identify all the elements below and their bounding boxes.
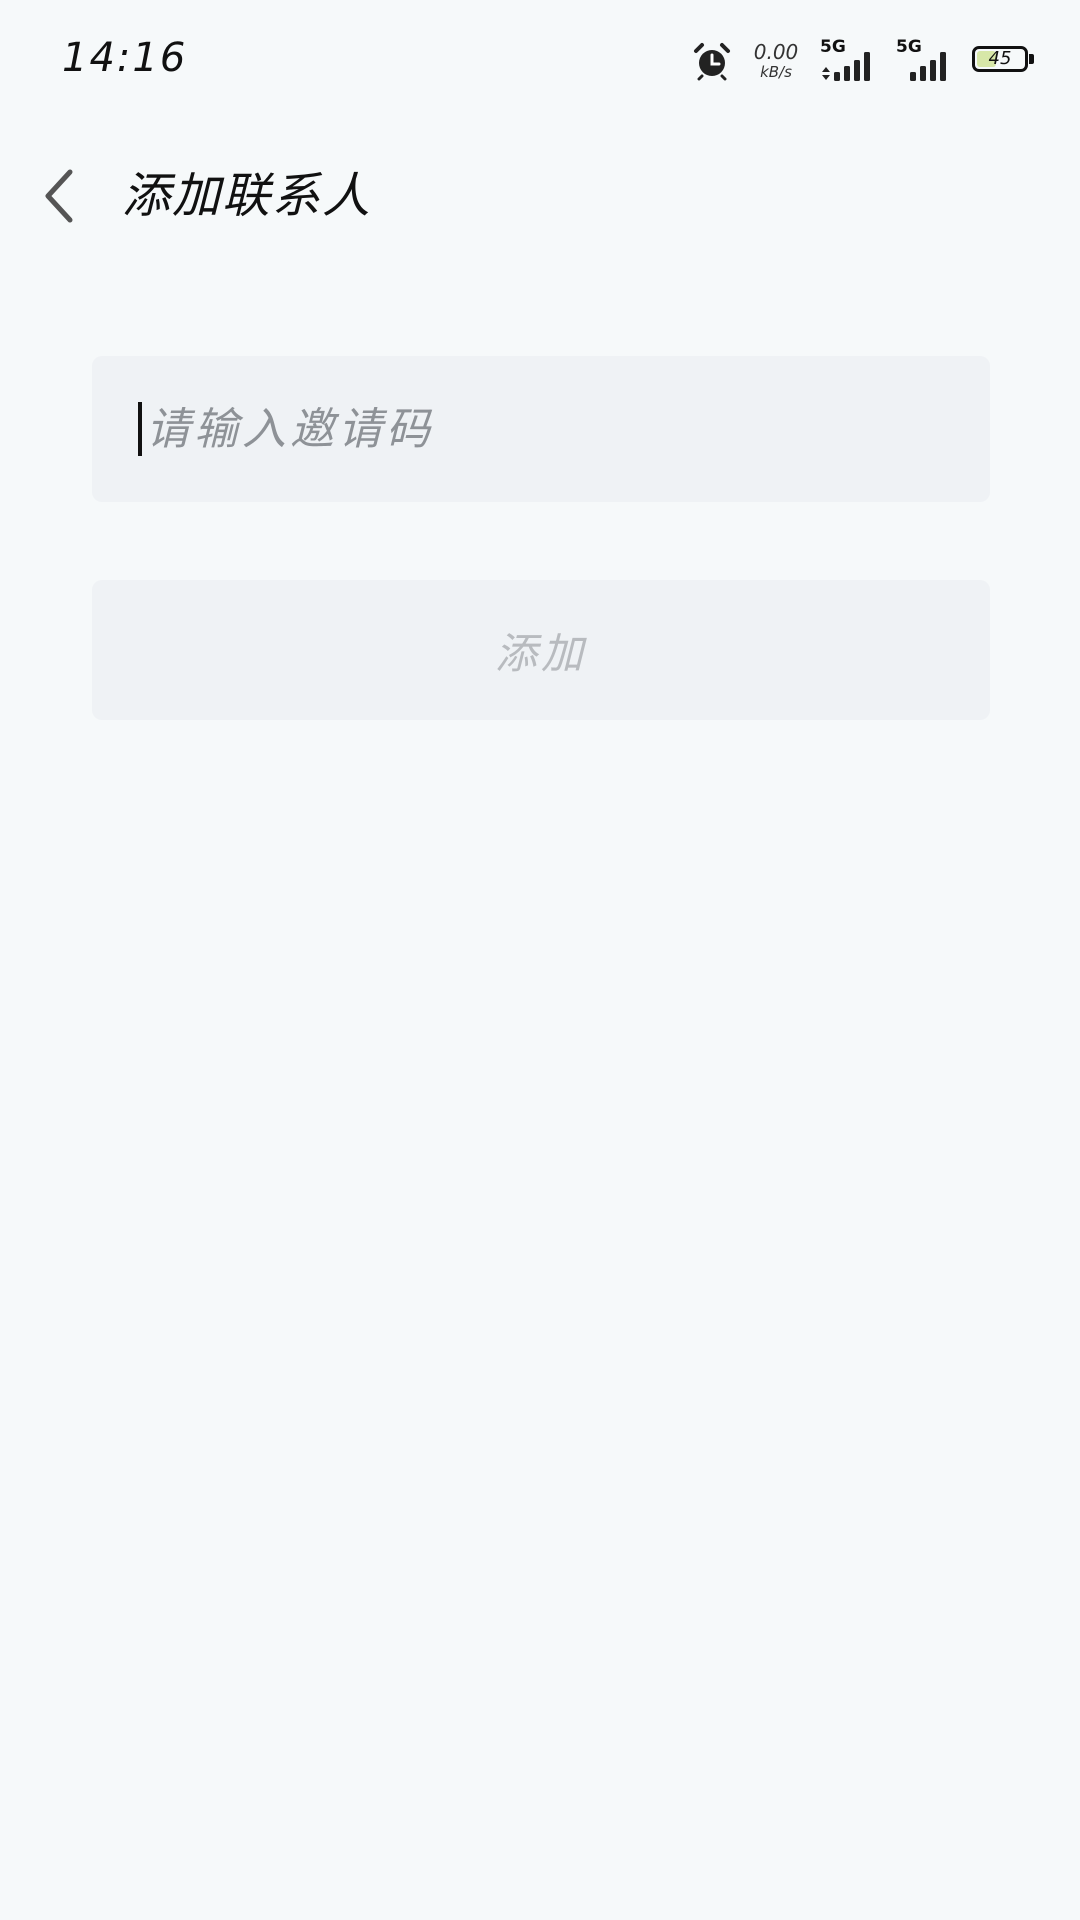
signal-icon — [910, 52, 946, 81]
signal-icon — [822, 52, 870, 81]
status-time: 14:16 — [62, 35, 188, 81]
invite-code-input[interactable] — [146, 394, 926, 464]
network-speed-value: 0.00 — [753, 40, 799, 64]
status-indicators: 0.00 kB/s 5G 5G 45 — [692, 38, 1036, 84]
add-contact-screen: 14:16 0.00 kB/s 5G 5G 45 添加联系人 请输入邀请码 添加 — [0, 0, 1080, 1920]
page-title: 添加联系人 — [122, 168, 373, 224]
sim1-signal: 5G — [820, 38, 880, 84]
network-speed: 0.00 kB/s — [748, 42, 804, 80]
back-button[interactable] — [24, 162, 96, 234]
battery-icon: 45 — [972, 46, 1036, 76]
battery-level: 45 — [988, 48, 1012, 69]
chevron-left-icon — [42, 168, 78, 228]
invite-code-field[interactable] — [92, 356, 990, 502]
text-cursor — [138, 402, 142, 456]
page-header: 添加联系人 — [0, 140, 1080, 250]
add-button[interactable]: 添加 — [92, 580, 990, 720]
alarm-icon — [692, 41, 732, 81]
status-bar: 14:16 0.00 kB/s 5G 5G 45 — [0, 0, 1080, 120]
battery-terminal — [1029, 54, 1034, 64]
network-speed-unit: kB/s — [760, 63, 792, 81]
sim2-signal: 5G — [896, 38, 956, 84]
